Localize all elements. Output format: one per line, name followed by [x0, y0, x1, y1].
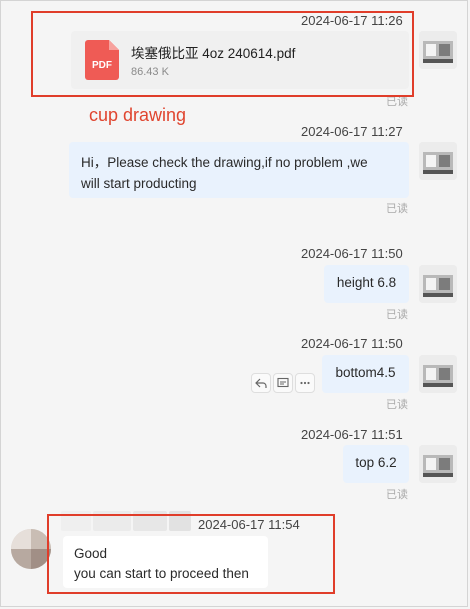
read-status: 已读: [386, 309, 408, 321]
more-icon[interactable]: [295, 373, 315, 393]
message-text: top 6.2: [355, 455, 397, 470]
read-status: 已读: [386, 489, 408, 501]
read-status: 已读: [386, 399, 408, 411]
avatar[interactable]: [419, 31, 457, 69]
timestamp: 2024-06-17 11:51: [301, 427, 403, 442]
message-bubble[interactable]: Hi，Please check the drawing,if no proble…: [69, 142, 409, 198]
highlight-box-reply: [47, 514, 335, 594]
read-status: 已读: [386, 203, 408, 215]
message-text: height 6.8: [336, 275, 397, 290]
message-text-line: will start producting: [81, 176, 197, 191]
message-bubble[interactable]: top 6.2: [343, 445, 409, 483]
avatar[interactable]: [419, 445, 457, 483]
message-bubble[interactable]: bottom4.5: [322, 355, 409, 393]
avatar[interactable]: [419, 265, 457, 303]
reply-icon[interactable]: [251, 373, 271, 393]
message-text-line: Hi，Please check the drawing,if no proble…: [81, 155, 368, 170]
message-actions: [251, 373, 315, 395]
highlight-box-file: [31, 11, 414, 97]
message-bubble[interactable]: height 6.8: [324, 265, 409, 303]
chat-window: 2024-06-17 11:26 PDF 埃塞俄比亚 4oz 240614.pd…: [0, 0, 468, 607]
message-text: bottom4.5: [335, 365, 396, 380]
timestamp: 2024-06-17 11:27: [301, 124, 403, 139]
timestamp: 2024-06-17 11:50: [301, 336, 403, 351]
avatar[interactable]: [11, 529, 51, 569]
avatar[interactable]: [419, 142, 457, 180]
annotation-text: cup drawing: [89, 105, 187, 125]
quote-icon[interactable]: [273, 373, 293, 393]
timestamp: 2024-06-17 11:50: [301, 246, 403, 261]
avatar[interactable]: [419, 355, 457, 393]
